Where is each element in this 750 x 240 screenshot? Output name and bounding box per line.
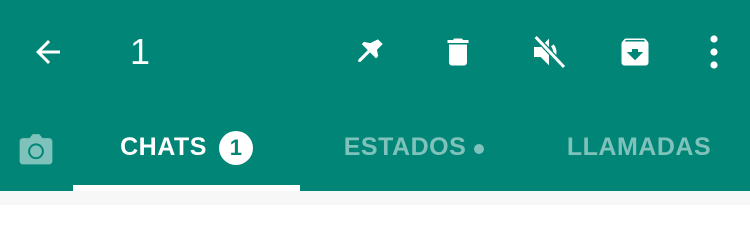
pin-icon (358, 39, 383, 62)
tab-bar: CHATS 1 ESTADOS LLAMADAS (0, 104, 750, 191)
back-arrow-icon (36, 40, 60, 64)
tab-estados-label: ESTADOS (343, 133, 467, 161)
back-button[interactable] (18, 22, 78, 82)
tab-llamadas[interactable]: LLAMADAS (528, 104, 750, 191)
delete-chat-button[interactable] (428, 22, 488, 82)
more-vert-icon (710, 35, 718, 69)
camera-icon (19, 133, 53, 164)
mute-icon (533, 35, 566, 69)
new-status-dot (474, 143, 485, 154)
mute-chat-button[interactable] (519, 22, 579, 82)
selection-action-bar: 1 (0, 0, 750, 104)
tab-chats[interactable]: CHATS 1 (73, 104, 300, 191)
more-options-button[interactable] (684, 22, 744, 82)
whatsapp-selection-header: 1 CHATS 1 ESTADOS LLAMADAS (0, 0, 750, 205)
pin-chat-button[interactable] (340, 22, 400, 82)
delete-icon (447, 38, 469, 66)
unread-badge: 1 (218, 130, 253, 165)
tab-llamadas-label: LLAMADAS (566, 133, 712, 161)
archive-chat-button[interactable] (605, 22, 665, 82)
archive-icon (621, 38, 649, 66)
header-bar: 1 CHATS 1 ESTADOS LLAMADAS (0, 0, 750, 191)
tab-estados[interactable]: ESTADOS (300, 104, 528, 191)
active-tab-indicator (73, 185, 300, 191)
tab-camera[interactable] (0, 104, 72, 191)
selected-count: 1 (130, 31, 151, 72)
tab-chats-label: CHATS (120, 133, 207, 161)
